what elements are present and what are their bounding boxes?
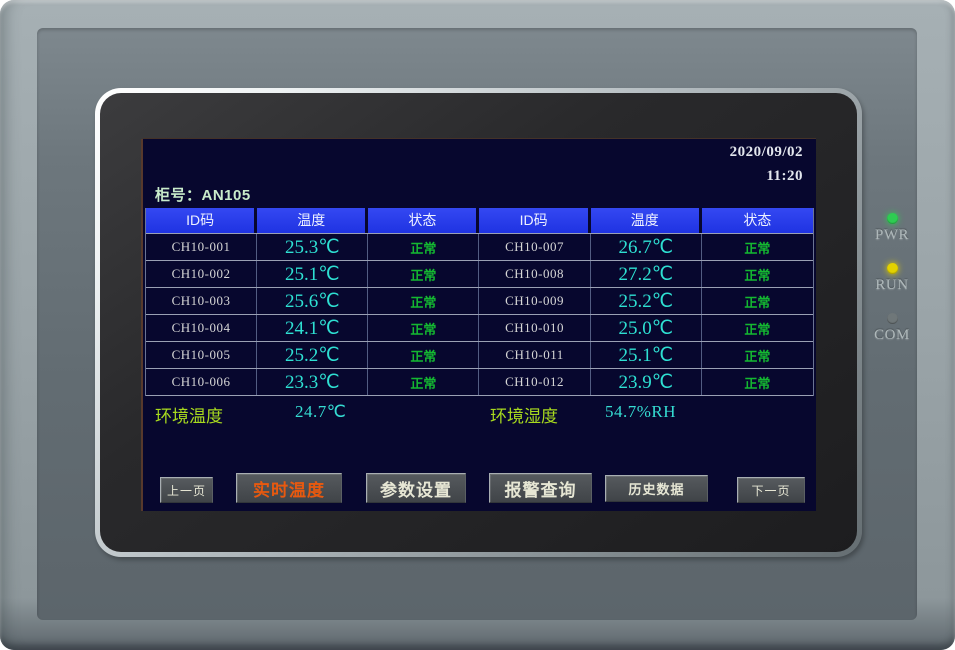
temperature-table: ID码温度状态ID码温度状态 CH10-00125.3℃正常CH10-00726… xyxy=(145,208,814,396)
ambient-temp-label: 环境温度 xyxy=(155,402,223,427)
com-led-icon xyxy=(887,313,898,324)
temperature-value: 23.3℃ xyxy=(257,369,368,395)
channel-id: CH10-005 xyxy=(146,342,257,368)
status-value: 正常 xyxy=(368,369,479,395)
column-header: ID码 xyxy=(146,208,257,233)
temperature-value: 25.0℃ xyxy=(591,315,702,341)
prev-page-button[interactable]: 上一页 xyxy=(160,477,213,503)
channel-id: CH10-006 xyxy=(146,369,257,395)
column-header: ID码 xyxy=(479,208,590,233)
ambient-humidity-value: 54.7%RH xyxy=(605,402,676,422)
table-row: CH10-00424.1℃正常CH10-01025.0℃正常 xyxy=(146,314,813,341)
temperature-value: 27.2℃ xyxy=(591,261,702,287)
temperature-value: 23.9℃ xyxy=(591,369,702,395)
run-led-label: RUN xyxy=(869,277,915,294)
led-indicator-com: COM xyxy=(869,313,915,344)
status-value: 正常 xyxy=(368,288,479,314)
column-header: 温度 xyxy=(257,208,368,233)
table-header-row: ID码温度状态ID码温度状态 xyxy=(146,208,813,233)
alarm-query-button[interactable]: 报警查询 xyxy=(489,473,592,503)
temperature-value: 25.3℃ xyxy=(257,234,368,260)
date-display: 2020/09/02 xyxy=(730,144,803,161)
status-value: 正常 xyxy=(702,261,813,287)
cabinet-label: 柜号：AN105 xyxy=(155,184,251,205)
status-value: 正常 xyxy=(702,315,813,341)
temperature-value: 25.2℃ xyxy=(257,342,368,368)
status-value: 正常 xyxy=(368,261,479,287)
temperature-value: 24.1℃ xyxy=(257,315,368,341)
status-value: 正常 xyxy=(368,234,479,260)
channel-id: CH10-002 xyxy=(146,261,257,287)
status-value: 正常 xyxy=(368,315,479,341)
channel-id: CH10-003 xyxy=(146,288,257,314)
temperature-value: 25.1℃ xyxy=(257,261,368,287)
next-page-button[interactable]: 下一页 xyxy=(737,477,805,503)
realtime-temp-button[interactable]: 实时温度 xyxy=(236,473,342,503)
channel-id: CH10-008 xyxy=(479,261,590,287)
ambient-temp-value: 24.7℃ xyxy=(295,402,346,422)
ambient-humidity-label: 环境湿度 xyxy=(490,402,558,427)
led-column: PWR RUN COM xyxy=(869,213,915,363)
com-led-label: COM xyxy=(869,327,915,344)
channel-id: CH10-010 xyxy=(479,315,590,341)
temperature-value: 25.1℃ xyxy=(591,342,702,368)
param-settings-button[interactable]: 参数设置 xyxy=(366,473,466,503)
status-value: 正常 xyxy=(702,369,813,395)
time-display: 11:20 xyxy=(766,168,803,185)
table-row: CH10-00325.6℃正常CH10-00925.2℃正常 xyxy=(146,287,813,314)
run-led-icon xyxy=(887,263,898,274)
status-value: 正常 xyxy=(368,342,479,368)
history-data-button[interactable]: 历史数据 xyxy=(605,475,708,502)
table-row: CH10-00623.3℃正常CH10-01223.9℃正常 xyxy=(146,368,813,395)
table-body: CH10-00125.3℃正常CH10-00726.7℃正常CH10-00225… xyxy=(146,233,813,396)
led-indicator-pwr: PWR xyxy=(869,213,915,244)
temperature-value: 26.7℃ xyxy=(591,234,702,260)
column-header: 状态 xyxy=(702,208,813,233)
temperature-value: 25.2℃ xyxy=(591,288,702,314)
pwr-led-label: PWR xyxy=(869,227,915,244)
table-row: CH10-00225.1℃正常CH10-00827.2℃正常 xyxy=(146,260,813,287)
table-row: CH10-00525.2℃正常CH10-01125.1℃正常 xyxy=(146,341,813,368)
channel-id: CH10-004 xyxy=(146,315,257,341)
hmi-device-frame: 2020/09/02 11:20 柜号：AN105 ID码温度状态ID码温度状态… xyxy=(0,0,955,650)
led-indicator-run: RUN xyxy=(869,263,915,294)
status-value: 正常 xyxy=(702,342,813,368)
status-value: 正常 xyxy=(702,234,813,260)
temperature-value: 25.6℃ xyxy=(257,288,368,314)
lcd-screen: 2020/09/02 11:20 柜号：AN105 ID码温度状态ID码温度状态… xyxy=(143,139,816,511)
channel-id: CH10-001 xyxy=(146,234,257,260)
channel-id: CH10-011 xyxy=(479,342,590,368)
channel-id: CH10-007 xyxy=(479,234,590,260)
table-row: CH10-00125.3℃正常CH10-00726.7℃正常 xyxy=(146,233,813,260)
column-header: 状态 xyxy=(368,208,479,233)
channel-id: CH10-009 xyxy=(479,288,590,314)
channel-id: CH10-012 xyxy=(479,369,590,395)
column-header: 温度 xyxy=(591,208,702,233)
status-value: 正常 xyxy=(702,288,813,314)
pwr-led-icon xyxy=(887,213,898,224)
